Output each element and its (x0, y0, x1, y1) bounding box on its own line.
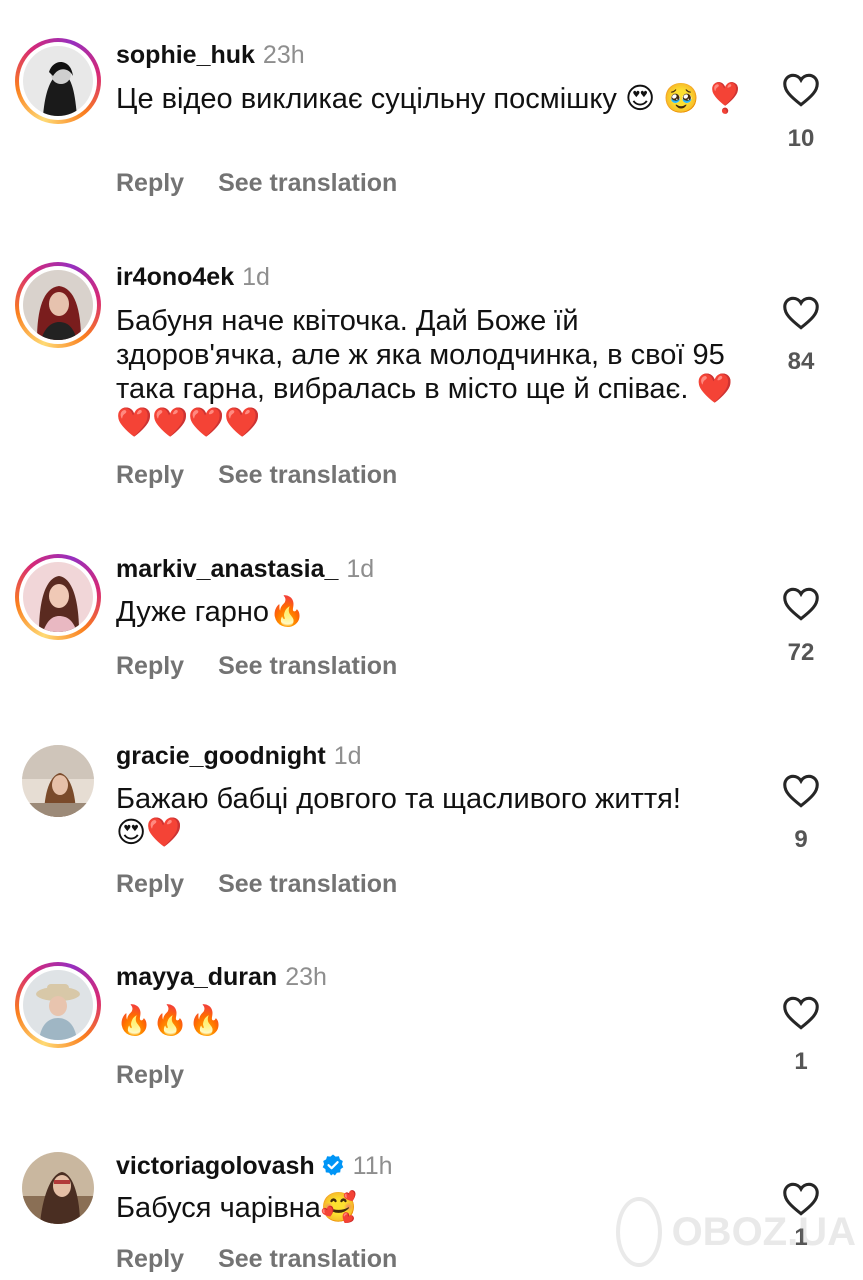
username[interactable]: gracie_goodnight (116, 742, 326, 770)
comment-text: 🔥🔥🔥 (116, 1005, 225, 1037)
avatar-story-ring[interactable] (15, 554, 101, 640)
reply-button[interactable]: Reply (116, 1245, 184, 1273)
like-count: 1 (794, 1048, 808, 1075)
avatar (23, 970, 93, 1040)
comment-header: markiv_anastasia_ 1d (116, 554, 374, 584)
see-translation-button[interactable]: See translation (218, 169, 397, 197)
like-count: 84 (787, 348, 815, 375)
comment-actions: Reply See translation (116, 460, 397, 490)
comment-text: Це відео викликає суцільну посмішку 😍 🥹 … (116, 83, 744, 115)
heart-outline-icon[interactable] (772, 73, 830, 107)
timestamp: 1d (346, 555, 375, 583)
avatar (23, 46, 93, 116)
comment-header: ir4ono4ek 1d (116, 262, 270, 292)
reply-button[interactable]: Reply (116, 169, 184, 197)
comment-header: mayya_duran 23h (116, 962, 327, 992)
comment-text: Бажаю бабці довгого та щасливого життя! … (116, 783, 681, 849)
reply-button[interactable]: Reply (116, 652, 184, 680)
avatar-story-ring[interactable] (15, 962, 101, 1048)
timestamp: 1d (242, 263, 270, 291)
see-translation-button[interactable]: See translation (218, 652, 397, 680)
username[interactable]: victoriagolovash (116, 1152, 315, 1180)
see-translation-button[interactable]: See translation (218, 461, 397, 489)
comment-header: sophie_huk 23h (116, 40, 305, 70)
username[interactable]: ir4ono4ek (116, 263, 234, 291)
comment-text: Бабуня наче квіточка. Дай Боже їй здоров… (116, 305, 733, 439)
timestamp: 23h (285, 963, 327, 991)
username[interactable]: mayya_duran (116, 963, 277, 991)
like-control: 72 (772, 587, 830, 667)
comment-actions: Reply See translation (116, 168, 397, 198)
watermark-logo: OBOZ.UA (616, 1192, 856, 1272)
verified-badge-icon (321, 1153, 345, 1184)
comment-actions: Reply See translation (116, 651, 397, 681)
username[interactable]: sophie_huk (116, 41, 255, 69)
avatar-story-ring[interactable] (15, 262, 101, 348)
like-control: 84 (772, 296, 830, 376)
globe-icon (616, 1197, 662, 1267)
reply-button[interactable]: Reply (116, 870, 184, 898)
timestamp: 1d (333, 742, 362, 770)
timestamp: 11h (352, 1152, 393, 1180)
avatar-wrap[interactable] (15, 738, 101, 824)
see-translation-button[interactable]: See translation (218, 1245, 397, 1273)
timestamp: 23h (262, 41, 305, 69)
heart-outline-icon[interactable] (772, 996, 830, 1030)
avatar (23, 562, 93, 632)
username[interactable]: markiv_anastasia_ (116, 555, 338, 583)
comment-text: Дуже гарно🔥 (116, 596, 306, 628)
see-translation-button[interactable]: See translation (218, 870, 397, 898)
heart-outline-icon[interactable] (772, 774, 830, 808)
avatar (22, 745, 94, 817)
comment-actions: Reply (116, 1060, 184, 1090)
avatar-story-ring[interactable] (15, 38, 101, 124)
reply-button[interactable]: Reply (116, 1061, 184, 1089)
heart-outline-icon[interactable] (772, 296, 830, 330)
comment-actions: Reply See translation (116, 869, 397, 899)
comment-actions: Reply See translation (116, 1244, 397, 1274)
comment-header: victoriagolovash 11h (116, 1151, 393, 1184)
reply-button[interactable]: Reply (116, 461, 184, 489)
like-count: 9 (794, 826, 808, 853)
like-count: 72 (787, 639, 815, 666)
avatar-wrap[interactable] (15, 1145, 101, 1231)
like-control: 9 (772, 774, 830, 854)
like-control: 10 (772, 73, 830, 153)
like-count: 10 (787, 125, 815, 152)
comment-header: gracie_goodnight 1d (116, 741, 362, 771)
like-control: 1 (772, 996, 830, 1076)
avatar (22, 1152, 94, 1224)
heart-outline-icon[interactable] (772, 587, 830, 621)
watermark-text: OBOZ.UA (671, 1209, 856, 1254)
avatar (23, 270, 93, 340)
